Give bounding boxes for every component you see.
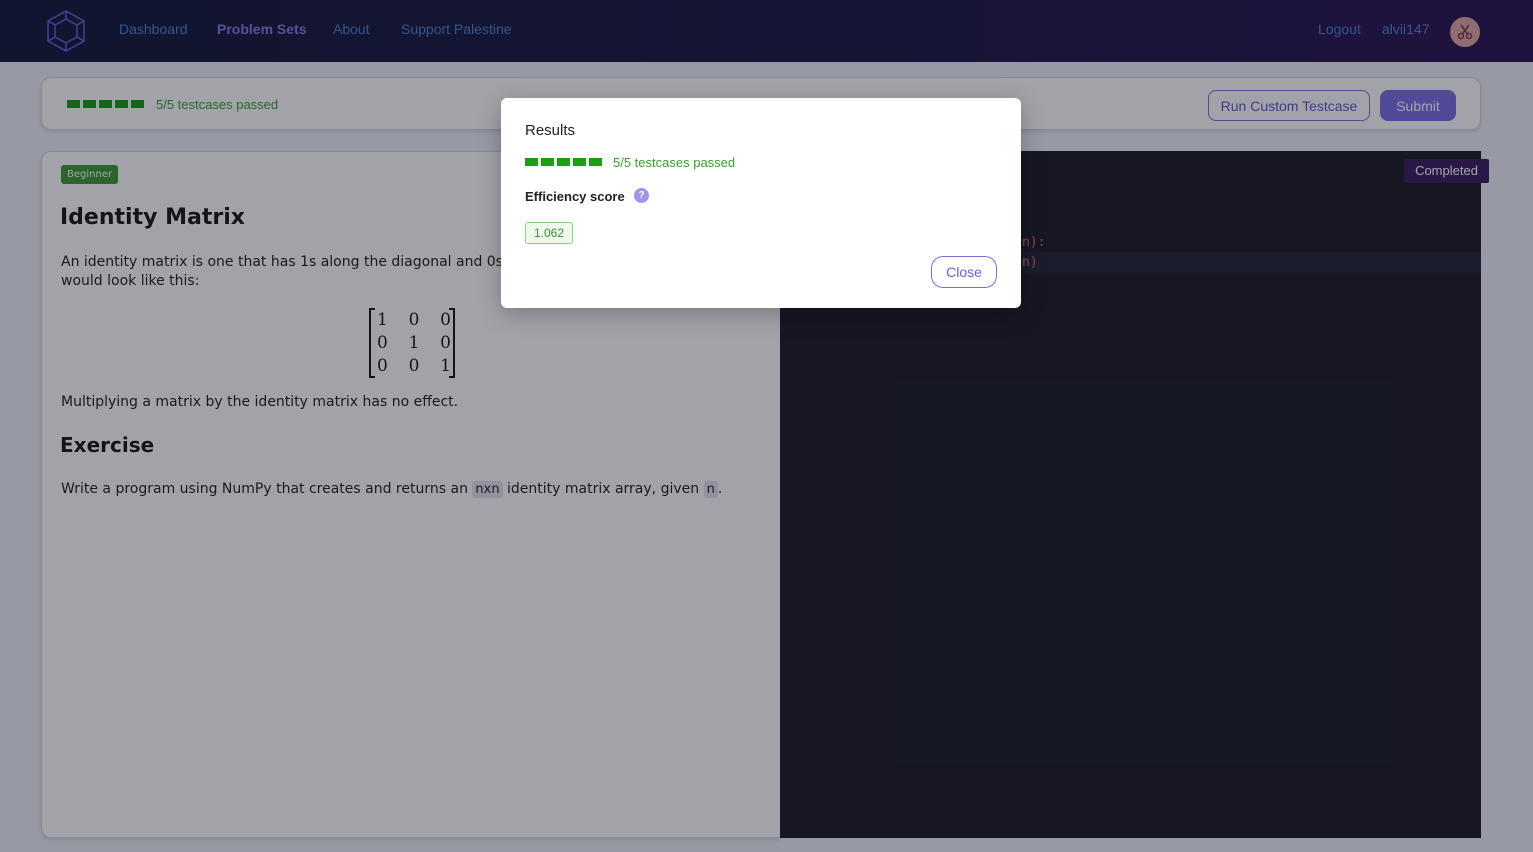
help-icon[interactable]: ?	[634, 188, 649, 203]
modal-title: Results	[525, 122, 576, 139]
testcase-pass-bar	[573, 158, 586, 166]
efficiency-score-label: Efficiency score	[525, 189, 625, 204]
testcase-pass-bar	[557, 158, 570, 166]
efficiency-score-value: 1.062	[525, 222, 574, 244]
modal-testcase-text: 5/5 testcases passed	[613, 155, 736, 170]
modal-testcase-progress	[525, 158, 602, 166]
testcase-pass-bar	[589, 158, 602, 166]
results-modal: Results 5/5 testcases passed Efficiency …	[501, 98, 1021, 308]
testcase-pass-bar	[525, 158, 538, 166]
close-button[interactable]: Close	[931, 256, 997, 288]
testcase-pass-bar	[541, 158, 554, 166]
